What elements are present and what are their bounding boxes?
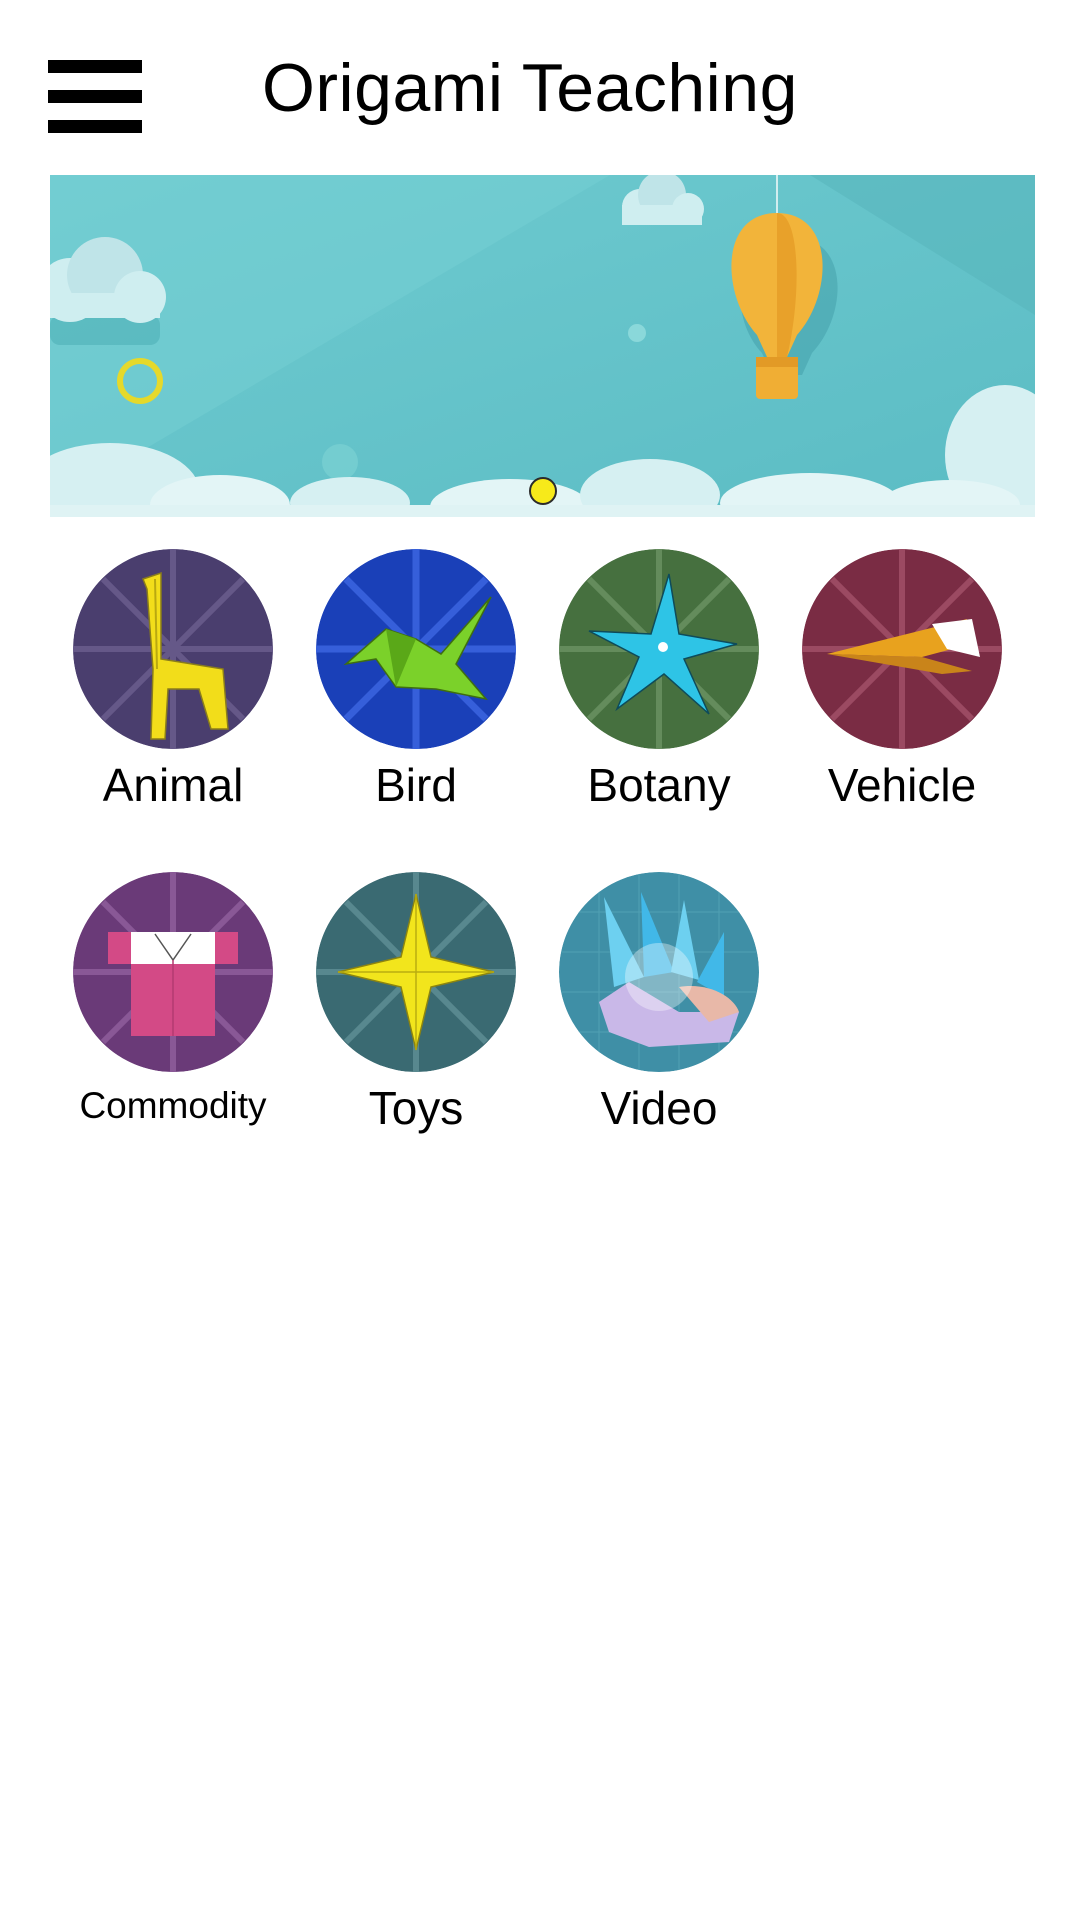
category-label: Video	[600, 1082, 718, 1134]
category-video[interactable]: Video	[559, 872, 759, 1134]
category-label: Toys	[368, 1082, 464, 1134]
category-commodity[interactable]: Commodity	[73, 872, 273, 1126]
shirt-origami-icon	[73, 872, 273, 1072]
page-title: Origami Teaching	[262, 50, 798, 126]
star-flower-origami-icon	[559, 549, 759, 749]
origami-claws-video-icon	[559, 872, 759, 1072]
category-label: Bird	[375, 759, 457, 811]
category-botany[interactable]: Botany	[559, 549, 759, 811]
category-label: Commodity	[79, 1085, 267, 1126]
category-label: Botany	[587, 759, 731, 811]
paper-plane-origami-icon	[802, 549, 1002, 749]
category-animal[interactable]: Animal	[73, 549, 273, 811]
banner-carousel[interactable]	[50, 175, 1035, 517]
ninja-star-origami-icon	[316, 872, 516, 1072]
category-vehicle[interactable]: Vehicle	[802, 549, 1002, 811]
giraffe-origami-icon	[73, 549, 273, 749]
category-bird[interactable]: Bird	[316, 549, 516, 811]
crane-origami-icon	[316, 549, 516, 749]
app-screen: Origami Teaching Animal Bird Botany Vehi…	[0, 0, 1080, 1920]
category-toys[interactable]: Toys	[316, 872, 516, 1134]
carousel-indicator-dot[interactable]	[529, 477, 557, 505]
category-label: Animal	[102, 759, 244, 811]
banner-illustration	[50, 175, 1035, 517]
category-label: Vehicle	[827, 759, 977, 811]
hamburger-menu-icon[interactable]	[48, 60, 142, 133]
top-bar: Origami Teaching	[0, 0, 1080, 170]
